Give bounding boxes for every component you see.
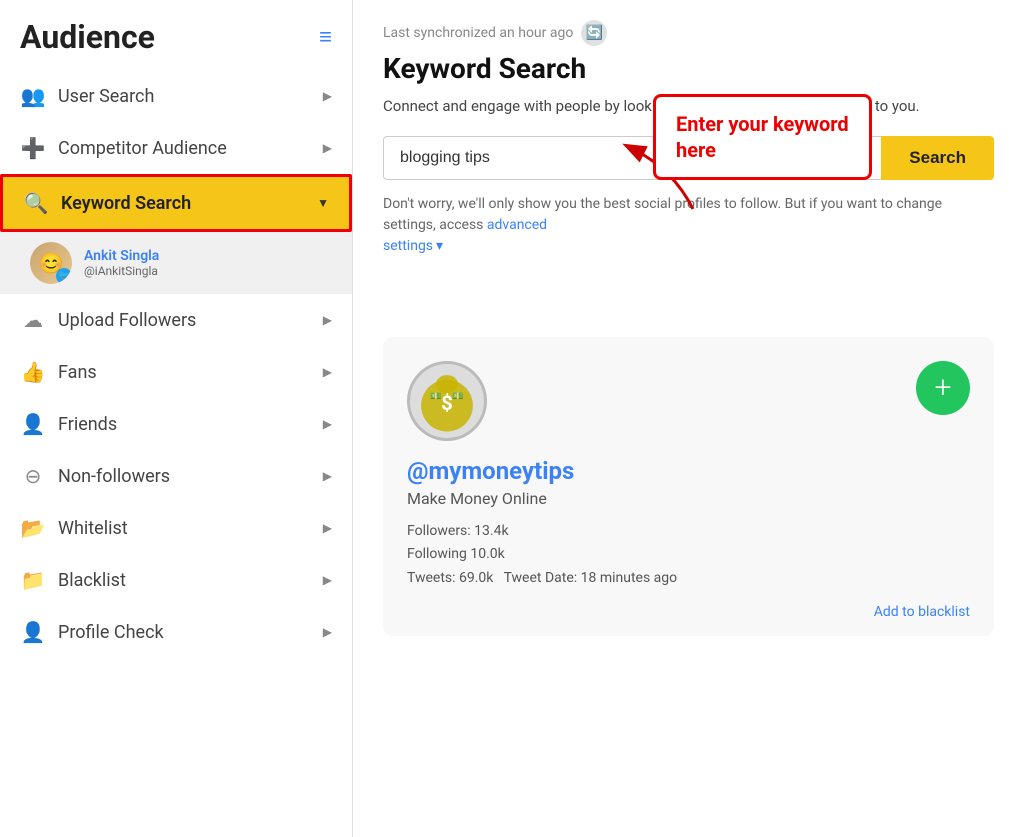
profile-stats: Followers: 13.4k Following 10.0k Tweets:… [407, 520, 970, 591]
card-footer: Add to blacklist [407, 601, 970, 620]
chevron-right-icon: ▶ [323, 89, 332, 103]
sidebar-header: Audience ≡ [0, 0, 352, 70]
chevron-right-icon: ▶ [323, 141, 332, 155]
chevron-right-icon: ▶ [323, 313, 332, 327]
chevron-right-icon: ▶ [323, 521, 332, 535]
sidebar-item-label: Keyword Search [61, 193, 305, 214]
avatar: 😊 🐦 [30, 242, 72, 284]
sync-text: Last synchronized an hour ago [383, 25, 573, 41]
settings-link[interactable]: settings ▾ [383, 236, 443, 257]
chevron-down-icon: ▼ [317, 196, 329, 210]
sidebar-item-whitelist[interactable]: 📂 Whitelist ▶ [0, 502, 352, 554]
add-to-blacklist-link[interactable]: Add to blacklist [874, 604, 970, 620]
sidebar-item-upload-followers[interactable]: ☁ Upload Followers ▶ [0, 294, 352, 346]
svg-text:💵: 💵 [452, 391, 464, 402]
sidebar: Audience ≡ 👥 User Search ▶ ➕ Competitor … [0, 0, 353, 837]
hamburger-menu-icon[interactable]: ≡ [319, 24, 332, 50]
callout-container: Don't worry, we'll only show you the bes… [383, 194, 994, 257]
sidebar-nav: 👥 User Search ▶ ➕ Competitor Audience ▶ … [0, 70, 352, 837]
chevron-right-icon: ▶ [323, 417, 332, 431]
sync-row: Last synchronized an hour ago 🔄 [383, 20, 994, 46]
twitter-badge-icon: 🐦 [56, 268, 72, 284]
thumbsup-icon: 👍 [20, 360, 46, 384]
upload-icon: ☁ [20, 308, 46, 332]
plus-circle-icon: ➕ [20, 136, 46, 160]
profile-username[interactable]: @mymoneytips [407, 457, 970, 485]
folder-icon: 📁 [20, 568, 46, 592]
chevron-right-icon: ▶ [323, 573, 332, 587]
sidebar-item-competitor-audience[interactable]: ➕ Competitor Audience ▶ [0, 122, 352, 174]
advanced-link[interactable]: advanced [487, 217, 547, 233]
svg-text:💵: 💵 [430, 391, 442, 402]
tweets-info: Tweets: 69.0k Tweet Date: 18 minutes ago [407, 567, 970, 591]
chevron-right-icon: ▶ [323, 625, 332, 639]
sidebar-item-label: User Search [58, 86, 311, 107]
add-to-list-button[interactable]: + [916, 361, 970, 415]
sidebar-item-label: Competitor Audience [58, 138, 311, 159]
chevron-down-icon: ▾ [436, 236, 443, 257]
person-icon: 👤 [20, 412, 46, 436]
profile-card: $ 💵 💵 + @mymoneytips Make Money Online F… [383, 337, 994, 636]
account-handle: @iAnkitSingla [84, 264, 159, 278]
following-count: Following 10.0k [407, 543, 970, 567]
sidebar-item-keyword-search[interactable]: 🔍 Keyword Search ▼ [0, 174, 352, 232]
sidebar-item-label: Profile Check [58, 622, 311, 643]
sidebar-item-label: Fans [58, 362, 311, 383]
main-content: Last synchronized an hour ago 🔄 Keyword … [353, 0, 1024, 837]
sidebar-item-non-followers[interactable]: ⊖ Non-followers ▶ [0, 450, 352, 502]
sidebar-item-label: Whitelist [58, 518, 311, 539]
chevron-right-icon: ▶ [323, 469, 332, 483]
sidebar-item-fans[interactable]: 👍 Fans ▶ [0, 346, 352, 398]
chevron-right-icon: ▶ [323, 365, 332, 379]
card-top: $ 💵 💵 + [407, 361, 970, 441]
users-icon: 👥 [20, 84, 46, 108]
account-row[interactable]: 😊 🐦 Ankit Singla @iAnkitSingla [0, 232, 352, 294]
minus-circle-icon: ⊖ [20, 464, 46, 488]
profile-icon: 👤 [20, 620, 46, 644]
refresh-icon[interactable]: 🔄 [581, 20, 607, 46]
callout-box: Enter your keywordhere [653, 94, 872, 180]
folder-open-icon: 📂 [20, 516, 46, 540]
sidebar-item-label: Upload Followers [58, 310, 311, 331]
account-name: Ankit Singla [84, 248, 159, 264]
svg-text:$: $ [441, 391, 453, 415]
sidebar-item-user-search[interactable]: 👥 User Search ▶ [0, 70, 352, 122]
sidebar-item-label: Blacklist [58, 570, 311, 591]
account-info: Ankit Singla @iAnkitSingla [84, 248, 159, 278]
profile-avatar: $ 💵 💵 [407, 361, 487, 441]
sidebar-item-label: Friends [58, 414, 311, 435]
sidebar-item-label: Non-followers [58, 466, 311, 487]
profile-bio: Make Money Online [407, 489, 970, 508]
page-title: Keyword Search [383, 52, 994, 85]
sidebar-item-friends[interactable]: 👤 Friends ▶ [0, 398, 352, 450]
sidebar-title: Audience [20, 18, 155, 56]
search-icon: 🔍 [23, 191, 49, 215]
search-button[interactable]: Search [881, 136, 994, 180]
sidebar-item-profile-check[interactable]: 👤 Profile Check ▶ [0, 606, 352, 658]
sidebar-item-blacklist[interactable]: 📁 Blacklist ▶ [0, 554, 352, 606]
followers-count: Followers: 13.4k [407, 520, 970, 544]
